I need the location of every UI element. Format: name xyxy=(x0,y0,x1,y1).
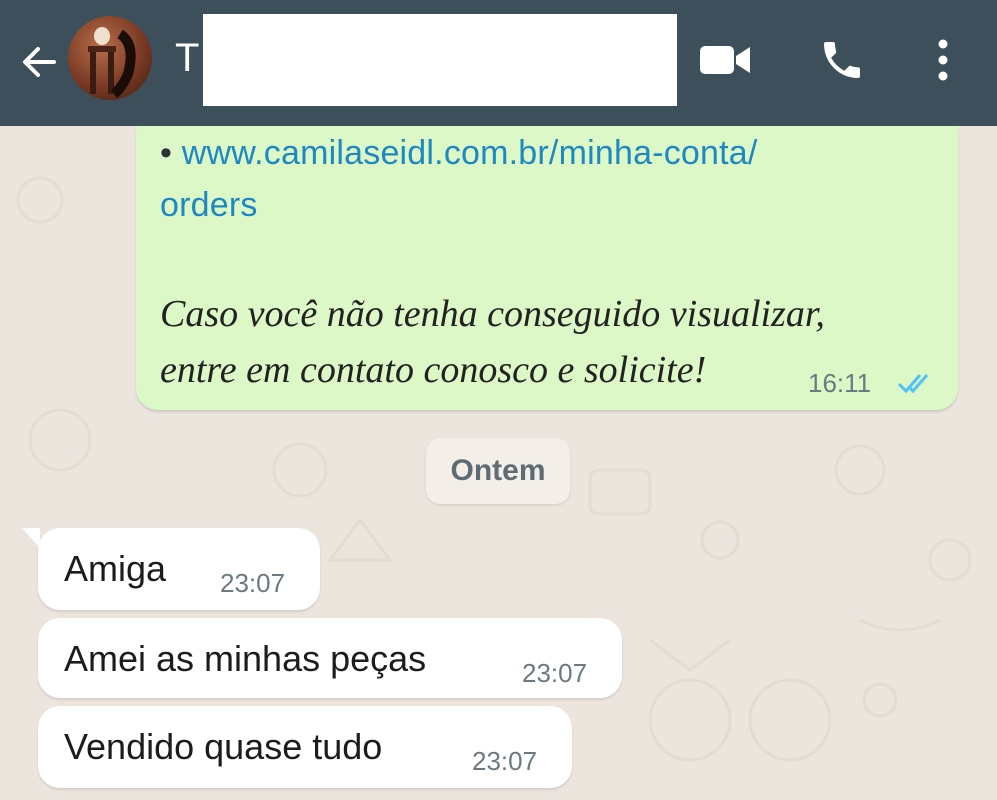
bullet-glyph: • xyxy=(160,134,173,172)
message-text-line: Caso você não tenha conseguido visualiza… xyxy=(160,293,825,335)
incoming-message-bubble[interactable]: Amiga 23:07 xyxy=(38,528,320,610)
contact-avatar[interactable] xyxy=(68,16,152,100)
message-text: Amiga xyxy=(64,548,167,589)
message-timestamp: 23:07 xyxy=(472,746,538,776)
redacted-contact-name xyxy=(203,14,677,106)
outgoing-message-bubble[interactable]: • www.camilaseidl.com.br/minha-conta/ or… xyxy=(136,112,958,410)
date-separator: Ontem xyxy=(426,438,570,504)
message-text: Amei as minhas peças xyxy=(64,638,427,679)
message-link-line[interactable]: • www.camilaseidl.com.br/minha-conta/ xyxy=(160,134,758,173)
link-text-continued[interactable]: orders xyxy=(160,186,258,225)
video-call-icon[interactable] xyxy=(698,40,752,80)
incoming-message-bubble[interactable]: Amei as minhas peças 23:07 xyxy=(38,618,622,698)
link-text[interactable]: www.camilaseidl.com.br/minha-conta/ xyxy=(182,134,758,172)
double-check-icon xyxy=(897,374,929,394)
incoming-bubble-tail xyxy=(22,528,40,548)
more-vert-icon[interactable] xyxy=(930,36,956,84)
avatar-figure-icon xyxy=(88,27,136,98)
message-timestamp: 23:07 xyxy=(522,658,588,688)
contact-name[interactable]: T xyxy=(175,36,199,81)
message-text: Vendido quase tudo xyxy=(64,726,383,767)
message-text-line: entre em contato conosco e solicite! xyxy=(160,349,707,391)
phone-icon[interactable] xyxy=(818,36,866,84)
back-arrow-icon[interactable] xyxy=(18,40,62,84)
message-timestamp: 16:11 xyxy=(808,368,872,398)
incoming-message-bubble[interactable]: Vendido quase tudo 23:07 xyxy=(38,706,572,788)
chat-header: T xyxy=(0,0,997,126)
message-timestamp: 23:07 xyxy=(220,568,286,598)
